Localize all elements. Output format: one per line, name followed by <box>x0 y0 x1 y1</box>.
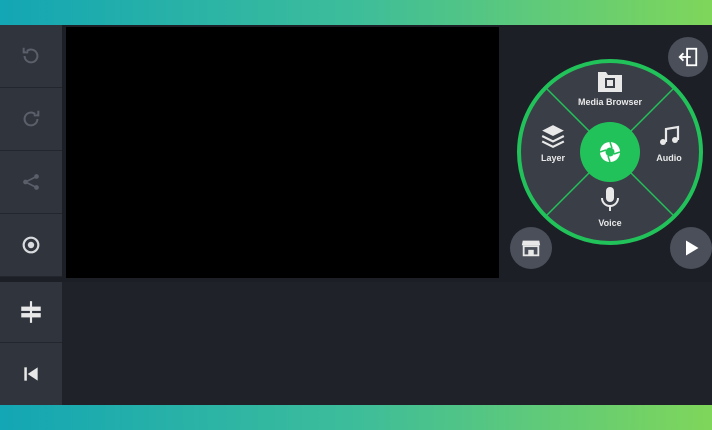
skip-to-start-button[interactable] <box>0 343 62 405</box>
radial-menu: Media Browser Layer Audio Voice <box>515 57 705 247</box>
video-preview[interactable] <box>66 27 499 278</box>
redo-icon <box>23 110 40 127</box>
music-note-icon <box>660 125 680 145</box>
camera-shutter-icon <box>599 141 621 163</box>
share-button[interactable] <box>0 151 62 214</box>
settings-button[interactable] <box>0 214 62 277</box>
layer-label: Layer <box>540 153 566 163</box>
media-browser-icon <box>598 72 622 92</box>
voice-button[interactable]: Voice <box>589 185 631 243</box>
play-button[interactable] <box>670 227 712 269</box>
timeline-adjust-button[interactable] <box>0 282 62 343</box>
audio-label: Audio <box>656 153 682 163</box>
share-icon <box>23 174 39 190</box>
voice-label: Voice <box>598 218 622 228</box>
layer-button[interactable]: Layer <box>531 123 575 183</box>
media-browser-label: Media Browser <box>577 97 643 107</box>
skip-to-start-icon <box>24 367 38 381</box>
play-icon <box>686 240 699 256</box>
record-button[interactable] <box>580 122 640 182</box>
timeline-area[interactable] <box>62 282 712 405</box>
settings-icon <box>22 236 40 254</box>
left-toolbar <box>0 25 62 405</box>
store-button[interactable] <box>510 227 552 269</box>
video-editor-app: Media Browser Layer Audio Voice <box>0 25 712 405</box>
store-icon <box>521 240 541 257</box>
microphone-icon <box>601 187 619 211</box>
undo-button[interactable] <box>0 25 62 88</box>
timeline-adjust-icon <box>21 301 41 323</box>
redo-button[interactable] <box>0 88 62 151</box>
media-browser-button[interactable]: Media Browser <box>578 69 642 125</box>
layer-icon <box>541 125 565 149</box>
audio-button[interactable]: Audio <box>647 123 691 183</box>
undo-icon <box>22 47 39 64</box>
